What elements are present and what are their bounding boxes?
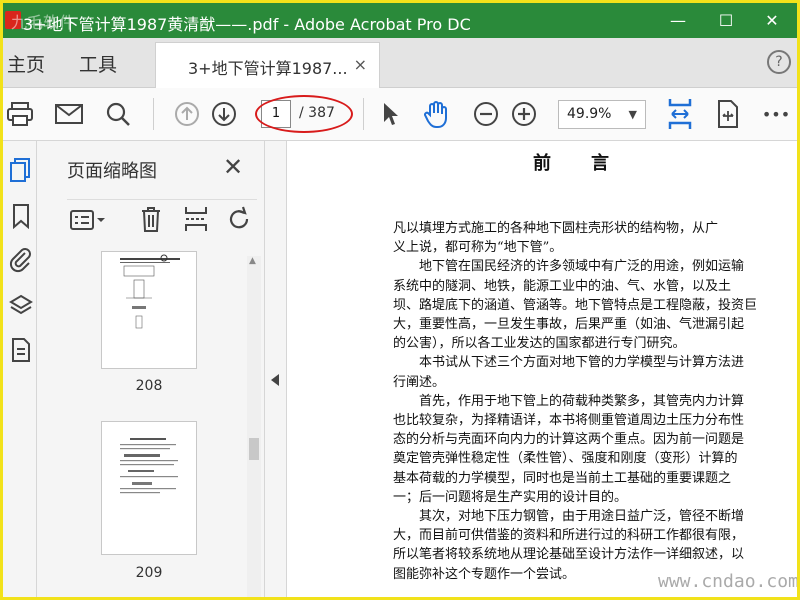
thumbnail-options-icon[interactable]	[69, 208, 107, 236]
hand-tool-icon[interactable]	[421, 98, 453, 130]
panel-title: 页面缩略图	[67, 161, 157, 182]
text-line: 本书试从下述三个方面对地下管的力学模型与计算方法进	[393, 355, 745, 371]
text-line: 其次，对地下压力钢管，由于用途日益广泛，管径不断增	[393, 509, 745, 525]
text-line: 的公害），所以各工业发达的国家都进行专门研究。	[393, 336, 686, 352]
page-thumbnail[interactable]	[101, 251, 197, 369]
close-window-button[interactable]: ✕	[749, 3, 795, 38]
thumbnail-page-number: 208	[135, 378, 163, 394]
page-body-text: 凡以填埋方式施工的各种地下圆柱壳形状的结构物，从广 义上说，都可称为“地下管”。…	[393, 219, 793, 584]
layers-icon[interactable]	[9, 293, 33, 319]
document-tab-close-button[interactable]: ×	[354, 55, 367, 74]
delete-pages-icon[interactable]	[139, 205, 163, 237]
title-bar: 3+地下管计算1987黄清猷——.pdf - Adobe Acrobat Pro…	[3, 3, 797, 38]
select-cursor-icon[interactable]	[377, 98, 403, 130]
text-line: 基本荷载的力学模型，同时也是当前土工基础的重要课题之	[393, 470, 732, 486]
page-thumbnails-panel: 页面缩略图 ✕ 208 209 ▲	[37, 141, 265, 597]
chevron-down-icon: ▼	[628, 108, 637, 121]
tab-document[interactable]: 3+地下管计算1987... ×	[155, 42, 380, 88]
watermark-top: 九毛软件	[11, 13, 76, 32]
zoom-level-select[interactable]: 49.9% ▼	[558, 100, 646, 129]
text-line: 所以笔者将较系统地从理论基础至设计方法作一详细叙述，以	[393, 547, 745, 563]
text-line: 态的分析与壳面环向内力的计算这两个重点。因为前一问题是	[393, 432, 745, 448]
toolbar-divider	[363, 98, 364, 130]
text-line: 奠定管壳弹性稳定性（柔性管）、强度和刚度（变形）计算的	[393, 451, 738, 467]
collapse-arrow-icon	[271, 374, 279, 386]
rotate-pages-icon[interactable]	[225, 205, 253, 237]
acrobat-window: 3+地下管计算1987黄清猷——.pdf - Adobe Acrobat Pro…	[0, 0, 800, 600]
text-line: 行阐述。	[393, 374, 446, 390]
text-line: 地下管在国民经济的许多领域中有广泛的用途，例如运输	[393, 259, 745, 275]
text-line: 坝、路堤底下的涵道、管涵等。地下管特点是工程隐蔽，投资巨	[393, 297, 758, 313]
zoom-in-icon[interactable]	[509, 98, 539, 130]
text-line: 系统中的隧洞、地铁，能源工业中的油、气、水管，以及土	[393, 278, 732, 294]
bookmarks-icon[interactable]	[9, 203, 33, 230]
zoom-out-icon[interactable]	[471, 98, 501, 130]
text-line: 也比较复杂，为择精语详，本书将侧重管道周边土压力分布性	[393, 413, 745, 429]
zoom-level-value: 49.9%	[567, 106, 612, 122]
text-line: 凡以填埋方式施工的各种地下圆柱壳形状的结构物，从广	[393, 221, 719, 236]
page-thumbnail[interactable]	[101, 421, 197, 555]
thumbnail-page-number: 209	[135, 565, 163, 581]
text-line: 大，重要性高，一旦发生事故，后果严重（如油、气泄漏引起	[393, 317, 745, 333]
print-icon[interactable]	[5, 98, 35, 130]
main-toolbar: 1 / 387 49.9% ▼ •••	[3, 88, 797, 141]
toolbar-divider	[153, 98, 154, 130]
page-up-icon[interactable]	[173, 98, 201, 130]
scrollbar-thumb[interactable]	[249, 438, 259, 460]
tab-bar: 主页 工具 3+地下管计算1987... × ?	[3, 38, 797, 88]
fit-width-icon[interactable]	[665, 98, 695, 130]
document-tab-label: 3+地下管计算1987...	[188, 59, 348, 78]
panel-close-button[interactable]: ✕	[223, 153, 243, 181]
tab-home[interactable]: 主页	[7, 50, 45, 77]
panel-collapse-handle[interactable]	[265, 141, 287, 597]
window-title: 3+地下管计算1987黄清猷——.pdf - Adobe Acrobat Pro…	[23, 15, 471, 34]
text-line: 义上说，都可称为“地下管”。	[393, 240, 563, 256]
minimize-button[interactable]: —	[655, 3, 701, 38]
scroll-up-arrow-icon[interactable]: ▲	[249, 256, 256, 266]
search-icon[interactable]	[103, 98, 133, 130]
tab-tools[interactable]: 工具	[79, 50, 117, 77]
panel-toolbar	[67, 199, 257, 239]
document-properties-icon[interactable]	[9, 337, 33, 363]
thumbnail-scrollbar[interactable]: ▲	[247, 256, 261, 597]
page-thumbnails-icon[interactable]	[9, 157, 33, 183]
text-line: 一；后一问题将是生产实用的设计目的。	[393, 489, 628, 505]
left-nav-rail	[3, 141, 37, 597]
page-heading: 前言	[533, 153, 649, 174]
email-icon[interactable]	[53, 98, 85, 130]
maximize-button[interactable]: ☐	[703, 3, 749, 38]
attachments-icon[interactable]	[9, 247, 33, 273]
highlight-annotation	[255, 95, 353, 133]
rotate-view-icon[interactable]	[713, 98, 743, 130]
extract-pages-icon[interactable]	[183, 205, 209, 237]
text-line: 首先，作用于地下管上的荷载种类繁多，其管壳内力计算	[393, 393, 745, 409]
site-watermark: www.cndao.com	[658, 571, 799, 592]
text-line: 大，而目前可供借鉴的资料和所进行过的科研工作都很有限，	[393, 528, 745, 544]
help-icon[interactable]: ?	[767, 50, 791, 74]
more-icon[interactable]: •••	[759, 98, 793, 130]
page-down-icon[interactable]	[210, 98, 238, 130]
